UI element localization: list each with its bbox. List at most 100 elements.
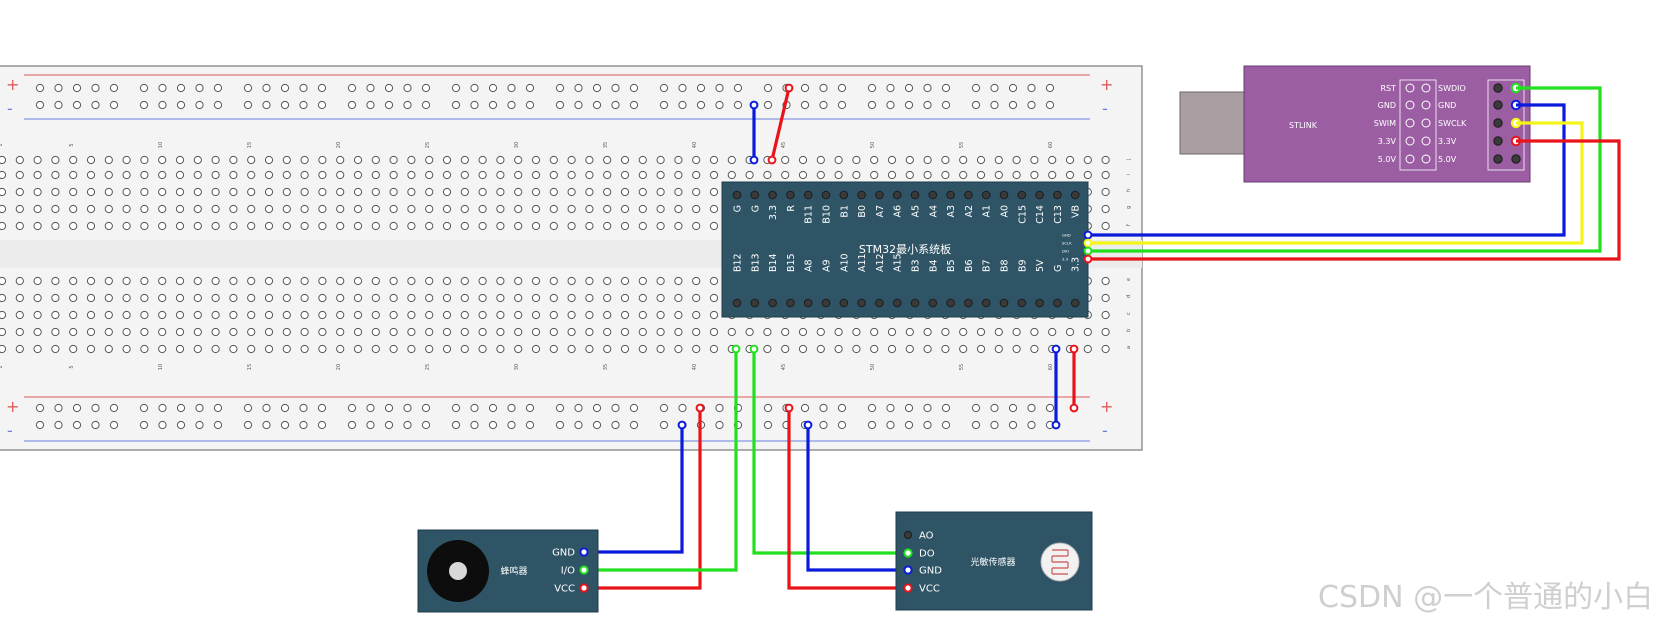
column-number-bottom: 40: [692, 364, 698, 370]
light-sensor-pin-label: GND: [919, 566, 942, 577]
stm32-top-pin: [999, 190, 1009, 200]
breadboard-hole: [0, 327, 7, 337]
breadboard-hole: [318, 310, 327, 320]
rail-hole: [317, 403, 327, 413]
breadboard-hole: [264, 293, 274, 303]
stm32-top-pin-label: A6: [893, 205, 904, 218]
rail-hole: [451, 420, 461, 430]
rail-hole: [470, 100, 479, 110]
breadboard-hole: [211, 276, 220, 286]
rail-hole: [109, 83, 119, 93]
breadboard-hole: [158, 310, 167, 320]
stm32-top-pin-label: C15: [1017, 205, 1028, 224]
breadboard-hole: [175, 170, 185, 180]
rail-hole: [347, 83, 357, 93]
stlink-right-label: SWCLK: [1438, 119, 1467, 128]
breadboard-hole: [709, 310, 719, 320]
buzzer-pin-label: I/O: [561, 566, 575, 577]
breadboard-hole: [69, 327, 78, 337]
breadboard-hole: [638, 276, 647, 286]
stm32-top-pin: [1035, 190, 1044, 200]
breadboard-hole: [318, 221, 327, 231]
breadboard-hole: [478, 327, 487, 337]
breadboard-hole: [264, 327, 274, 337]
rail-hole: [990, 403, 999, 413]
breadboard-hole: [549, 221, 558, 231]
breadboard-hole: [318, 187, 327, 197]
stm32-top-pin: [839, 190, 849, 200]
rail-hole: [195, 100, 204, 110]
breadboard-hole: [69, 170, 78, 180]
rail-hole: [659, 100, 669, 110]
breadboard-hole: [603, 276, 612, 286]
breadboard-hole: [585, 344, 594, 354]
rail-hole: [800, 403, 810, 413]
stm32-bottom-pin: [732, 298, 742, 308]
breadboard-hole: [371, 204, 380, 214]
breadboard-hole: [104, 276, 113, 286]
breadboard-hole: [531, 187, 541, 197]
breadboard-hole: [140, 155, 149, 165]
stlink-left-label: 5.0V: [1378, 155, 1397, 164]
breadboard-hole: [371, 155, 380, 165]
rail-hole: [176, 83, 186, 93]
breadboard-hole: [959, 327, 968, 337]
stm32-bottom-pin: [999, 298, 1009, 308]
breadboard-hole: [514, 204, 523, 214]
breadboard-hole: [870, 327, 879, 337]
column-number-top: 20: [336, 142, 342, 148]
breadboard-hole: [175, 327, 185, 337]
breadboard-hole: [959, 170, 968, 180]
breadboard-hole: [923, 344, 932, 354]
column-number-bottom: 1: [0, 365, 4, 368]
stm32-bottom-pin: [839, 298, 849, 308]
breadboard-hole: [407, 327, 416, 337]
breadboard-hole: [86, 187, 96, 197]
breadboard-hole: [745, 327, 754, 337]
breadboard-hole: [86, 293, 96, 303]
breadboard-hole: [460, 293, 469, 303]
breadboard-hole: [229, 327, 238, 337]
breadboard-hole: [407, 221, 416, 231]
breadboard-hole: [816, 170, 825, 180]
column-number-top: 60: [1048, 142, 1054, 148]
breadboard-hole: [211, 293, 220, 303]
breadboard-hole: [531, 310, 541, 320]
rail-hole: [611, 100, 620, 110]
top-rail-plus-right: +: [1100, 75, 1113, 94]
rail-hole: [139, 420, 149, 430]
stm32-bottom-pin: [750, 298, 760, 308]
rail-hole: [592, 403, 602, 413]
breadboard-hole: [389, 344, 398, 354]
breadboard-hole: [425, 310, 434, 320]
breadboard-hole: [211, 310, 220, 320]
rail-hole: [507, 83, 516, 93]
breadboard-hole: [941, 344, 950, 354]
rail-hole: [488, 403, 498, 413]
breadboard-hole: [496, 327, 505, 337]
breadboard-hole: [122, 327, 131, 337]
rail-hole: [421, 100, 431, 110]
rail-hole: [574, 83, 583, 93]
breadboard-hole: [656, 204, 665, 214]
breadboard-hole: [389, 327, 398, 337]
stm32-top-pin: [875, 190, 884, 200]
row-letter: c: [1126, 312, 1132, 315]
breadboard-hole: [1012, 170, 1021, 180]
breadboard-hole: [175, 293, 185, 303]
stlink-connector-pin: [1493, 83, 1503, 93]
bottom-rail-plus-right: +: [1100, 397, 1113, 416]
breadboard-hole: [51, 170, 60, 180]
rail-hole: [470, 420, 479, 430]
breadboard-hole: [603, 221, 612, 231]
rail-hole: [971, 420, 981, 430]
breadboard-hole: [1101, 204, 1110, 214]
breadboard-hole: [122, 293, 131, 303]
breadboard-hole: [140, 327, 149, 337]
breadboard-hole: [638, 293, 647, 303]
breadboard-hole: [496, 204, 505, 214]
stm32-top-pin: [1017, 190, 1027, 200]
breadboard-hole: [33, 310, 42, 320]
breadboard-hole: [389, 276, 398, 286]
stm32-top-pin-label: A0: [1000, 205, 1011, 218]
